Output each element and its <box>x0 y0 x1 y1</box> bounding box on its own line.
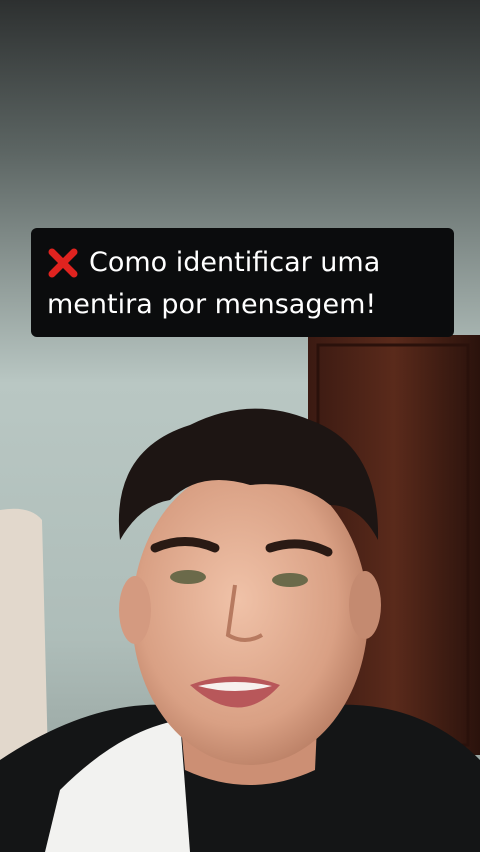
video-frame: Como identificar uma mentira por mensage… <box>0 0 480 852</box>
caption-line-1: Como identificar uma <box>47 242 440 284</box>
caption-text-line-2: mentira por mensagem! <box>47 289 377 320</box>
red-cross-mark-icon <box>48 248 78 278</box>
caption-box: Como identificar uma mentira por mensage… <box>31 228 454 337</box>
caption-line-2: mentira por mensagem! <box>47 284 440 326</box>
caption-text-line-1: Como identificar uma <box>89 247 381 278</box>
background-photo <box>0 0 480 852</box>
